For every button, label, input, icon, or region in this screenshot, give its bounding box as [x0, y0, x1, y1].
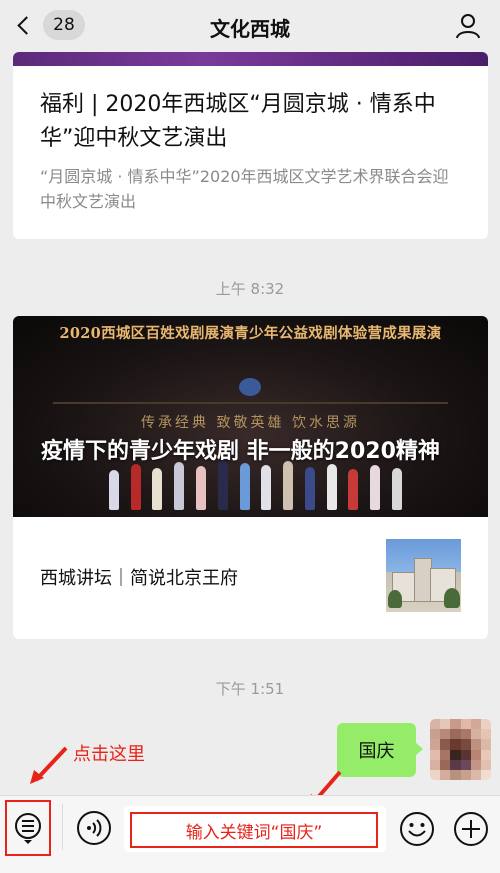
hero-banner-text: 2020西城区百姓戏剧展演青少年公益戏剧体验营成果展演	[59, 325, 442, 342]
article-description: “月圆京城 · 情系中华”2020年西城区文学艺术界联合会迎中秋文艺演出	[40, 167, 449, 211]
unread-count-badge: 28	[43, 10, 85, 40]
message-input[interactable]: 输入关键词“国庆”	[124, 806, 386, 852]
top-nav-bar: 28 文化西城	[0, 0, 500, 52]
chevron-left-icon	[17, 15, 36, 35]
stage-screen-line	[53, 402, 448, 404]
hero-image[interactable]: 2020西城区百姓戏剧展演青少年公益戏剧体验营成果展演 传承经典 致敬英雄 饮水…	[13, 316, 488, 517]
sent-message-bubble[interactable]: 国庆	[337, 723, 423, 777]
avatar[interactable]	[430, 719, 491, 780]
voice-icon	[87, 819, 102, 837]
article-card-mid-autumn[interactable]: 福利 | 2020年西城区“月圆京城 · 情系中华”迎中秋文艺演出 “月圆京城 …	[13, 52, 488, 239]
input-hint: 输入关键词“国庆”	[130, 812, 378, 848]
list-menu-icon	[15, 813, 41, 844]
article-title: 福利 | 2020年西城区“月圆京城 · 情系中华”迎中秋文艺演出	[40, 92, 436, 151]
timestamp: 下午 1:51	[215, 680, 285, 698]
annotation-click-here: 点击这里	[73, 744, 145, 765]
hero-article-title: 疫情下的青少年戏剧 非一般的2020精神	[41, 439, 440, 464]
message-text: 国庆	[358, 741, 395, 762]
card-cover-strip	[13, 52, 488, 66]
plus-icon[interactable]	[453, 811, 489, 847]
sub-article-title: 西城讲坛｜简说北京王府	[40, 568, 238, 589]
sub-article-thumbnail	[386, 539, 461, 612]
stage-logo	[239, 378, 261, 396]
menu-toggle-button[interactable]	[5, 800, 51, 856]
divider	[62, 804, 63, 850]
voice-input-button[interactable]	[77, 811, 111, 845]
back-button[interactable]: 28	[14, 10, 85, 40]
annotation-arrow-left	[30, 746, 68, 784]
chat-input-bar: 输入关键词“国庆”	[0, 795, 500, 873]
article-card-youth-drama[interactable]: 2020西城区百姓戏剧展演青少年公益戏剧体验营成果展演 传承经典 致敬英雄 饮水…	[13, 316, 488, 639]
sub-article-row[interactable]: 西城讲坛｜简说北京王府	[13, 517, 488, 639]
hero-tagline: 传承经典 致敬英雄 饮水思源	[141, 415, 360, 431]
timestamp: 上午 8:32	[215, 280, 285, 298]
emoji-icon[interactable]	[399, 811, 435, 847]
person-icon[interactable]	[454, 12, 482, 40]
